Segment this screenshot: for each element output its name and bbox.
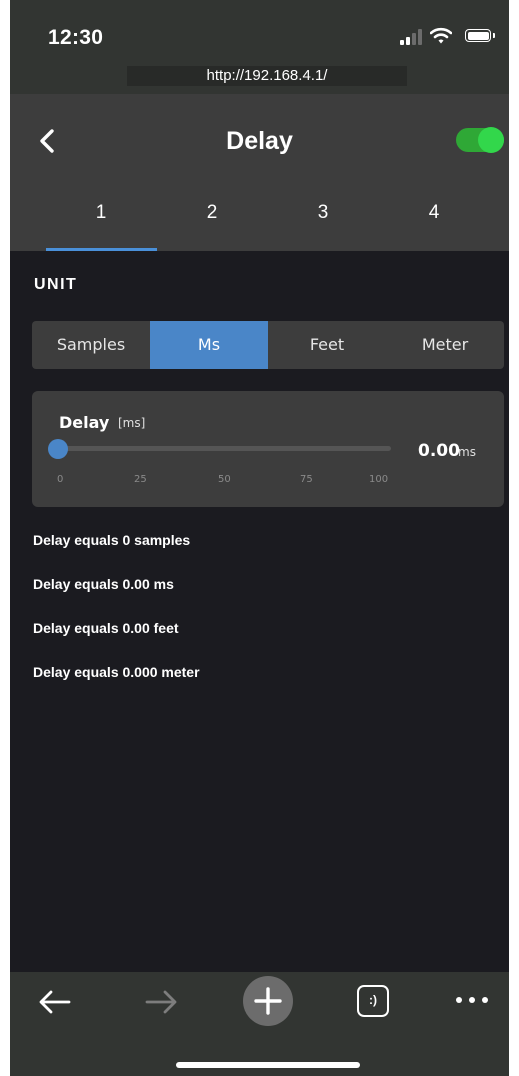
tabs-icon[interactable]: :) [357,985,389,1017]
unit-option-meter[interactable]: Meter [386,321,504,369]
tab-3[interactable]: 3 [267,198,379,251]
slider-unit-label: [ms] [118,416,146,430]
page-title: Delay [226,127,293,155]
battery-icon [458,27,495,45]
plus-icon [254,987,282,1015]
status-time: 12:30 [48,26,104,49]
tab-1[interactable]: 1 [45,198,157,251]
slider-tick-label: 0 [57,474,64,485]
info-samples: Delay equals 0 samples [33,532,191,548]
delay-slider-card: Delay [ms] 0 25 50 75 100 0.00 ms [32,391,504,507]
browser-bottom-toolbar: :) [10,972,509,1076]
app-header: Delay 1 2 3 4 [10,94,509,251]
info-ms: Delay equals 0.00 ms [33,576,174,592]
browser-top-chrome: 12:30 http://192.168.4.1/ [10,0,509,94]
slider-track[interactable] [52,446,391,451]
info-meter: Delay equals 0.000 meter [33,664,200,680]
toggle-knob [478,127,504,153]
back-arrow-icon[interactable] [38,989,72,1015]
info-feet: Delay equals 0.00 feet [33,620,179,636]
slider-value: 0.00 [418,441,460,461]
wifi-icon [430,27,452,44]
slider-tick-label: 100 [369,474,389,485]
status-icons [400,27,495,45]
forward-arrow-icon[interactable] [144,989,178,1015]
tab-2[interactable]: 2 [156,198,268,251]
slider-tick-label: 75 [300,474,313,485]
unit-segmented-control: Samples Ms Feet Meter [32,321,504,369]
unit-option-ms[interactable]: Ms [150,321,268,369]
slider-thumb[interactable] [48,439,68,459]
slider-value-unit: ms [458,445,476,459]
unit-option-feet[interactable]: Feet [268,321,386,369]
slider-tick-label: 25 [134,474,147,485]
enable-toggle[interactable] [456,127,504,153]
tab-4[interactable]: 4 [378,198,490,251]
slider-tick-label: 50 [218,474,231,485]
home-indicator [176,1062,360,1068]
unit-option-samples[interactable]: Samples [32,321,150,369]
channel-tabs: 1 2 3 4 [10,198,509,251]
slider-label: Delay [59,413,110,432]
more-icon[interactable] [454,994,490,1006]
new-tab-button[interactable] [243,976,293,1026]
url-bar[interactable]: http://192.168.4.1/ [127,66,407,86]
active-tab-indicator [46,248,157,251]
cellular-signal-icon [400,27,422,45]
phone-screen: 12:30 http://192.168.4.1/ Delay 1 2 3 4 … [10,0,509,1076]
unit-section-label: UNIT [34,276,78,293]
